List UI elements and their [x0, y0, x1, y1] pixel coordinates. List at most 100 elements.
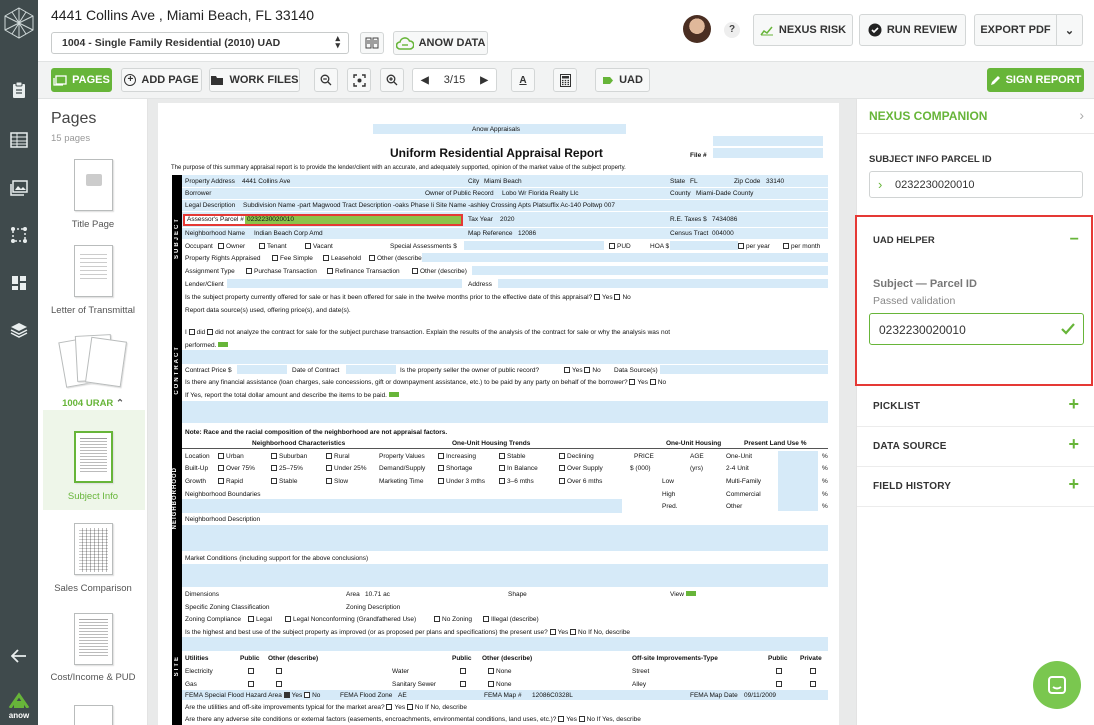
page-thumb-letter[interactable] [74, 245, 113, 297]
dashboard-icon[interactable] [9, 273, 29, 293]
run-review-button[interactable]: RUN REVIEW [859, 14, 966, 46]
parcel-field-highlight[interactable]: Assessor's Parcel # 0232230020010 [183, 214, 463, 226]
page-thumb-subject [74, 431, 113, 483]
tax-year-field[interactable]: 2020 [500, 216, 514, 223]
prev-page-icon[interactable]: ◀ [421, 75, 429, 86]
data-source-section[interactable]: DATA SOURCE + [857, 427, 1094, 467]
sign-report-button[interactable]: SIGN REPORT [987, 68, 1084, 92]
parcel-section-label: SUBJECT INFO PARCEL ID [869, 154, 992, 165]
zoom-out-button[interactable] [314, 68, 338, 92]
page-label-sales[interactable]: Sales Comparison [38, 583, 147, 594]
pages-count: 15 pages [51, 133, 91, 144]
borrower-label: Borrower [185, 190, 212, 197]
area-field[interactable]: 10.71 ac [365, 591, 390, 598]
page-label-urar[interactable]: 1004 URAR ⌃ [38, 398, 147, 409]
back-arrow-icon[interactable] [9, 646, 29, 666]
file-number-label: File # [690, 152, 707, 159]
flood-zone-field[interactable]: AE [398, 692, 407, 699]
uad-helper-label[interactable]: UAD HELPER [873, 235, 935, 246]
census-tract-field[interactable]: 004000 [712, 230, 734, 237]
lender-address-label: Address [468, 281, 492, 288]
file-number-field[interactable] [713, 148, 823, 158]
neighborhood-name-field[interactable]: Indian Beach Corp Amd [254, 230, 323, 237]
zip-field[interactable]: 33140 [766, 178, 784, 185]
table-icon[interactable] [9, 130, 29, 150]
lender-client-label: Lender/Client [185, 281, 224, 288]
page-navigator: ◀ 3/15 ▶ [412, 68, 497, 92]
property-address-field[interactable]: 4441 Collins Ave [242, 178, 290, 185]
layers-icon[interactable] [9, 320, 29, 340]
census-tract-label: Census Tract [670, 230, 709, 237]
page-thumb-cost[interactable] [74, 613, 113, 665]
uad-label: UAD [619, 74, 643, 86]
fit-screen-button[interactable] [347, 68, 371, 92]
sign-report-label: SIGN REPORT [1005, 74, 1082, 86]
nexus-risk-button[interactable]: NEXUS RISK [753, 14, 853, 46]
calculator-button[interactable] [553, 68, 577, 92]
page-thumb-next[interactable] [74, 705, 113, 725]
state-field[interactable]: FL [690, 178, 698, 185]
urar-label: 1004 URAR [62, 398, 114, 409]
page-thumb-sales[interactable] [74, 523, 113, 575]
help-button[interactable]: ? [724, 22, 740, 38]
pages-button[interactable]: PAGES [51, 68, 112, 92]
pen-icon [990, 75, 1000, 85]
page-thumb-title[interactable] [74, 159, 113, 211]
uad-field-title: Subject — Parcel ID [873, 278, 977, 290]
expand-plus-icon: + [1068, 434, 1079, 454]
add-page-button[interactable]: + ADD PAGE [121, 68, 202, 92]
uad-helper-box: UAD HELPER − Subject — Parcel ID Passed … [855, 215, 1093, 386]
compare-button[interactable] [360, 32, 384, 54]
uad-toggle-button[interactable]: UAD [595, 68, 650, 92]
uad-field-input[interactable]: 0232230020010 [869, 313, 1084, 345]
anow-logo: anow [4, 692, 34, 722]
zoom-in-button[interactable] [380, 68, 404, 92]
run-review-label: RUN REVIEW [886, 24, 958, 36]
user-avatar[interactable] [683, 15, 711, 43]
map-reference-field[interactable]: 12086 [518, 230, 536, 237]
toolbar: PAGES + ADD PAGE WORK FILES ◀ 3/15 ▶ A U… [38, 61, 1094, 99]
state-label: State [670, 178, 686, 185]
re-taxes-field[interactable]: 7434086 [712, 216, 737, 223]
form-banner: Anow Appraisals [472, 126, 521, 133]
county-field[interactable]: Miami-Dade County [696, 190, 753, 197]
sketch-icon[interactable] [9, 225, 29, 245]
export-dropdown-button[interactable]: ⌄ [1056, 14, 1083, 46]
page-label-cost[interactable]: Cost/Income & PUD [38, 672, 147, 683]
next-page-icon[interactable]: ▶ [480, 75, 488, 86]
map-reference-label: Map Reference [468, 230, 513, 237]
form-type-select[interactable]: 1004 - Single Family Residential (2010) … [51, 32, 349, 54]
work-files-button[interactable]: WORK FILES [209, 68, 300, 92]
fema-date-field[interactable]: 09/11/2009 [744, 692, 776, 699]
clipboard-icon[interactable] [9, 80, 29, 100]
chat-launcher-button[interactable] [1033, 661, 1081, 709]
anow-data-button[interactable]: ANOW DATA [393, 31, 488, 55]
chevron-down-icon: ⌄ [1064, 24, 1075, 37]
owner-field[interactable]: Lobo Wr Florida Realty Llc [502, 190, 578, 197]
legal-description-field[interactable]: Subdivision Name -part Magwood Tract Des… [243, 202, 615, 209]
chevron-right-icon[interactable]: › [1079, 107, 1084, 123]
zoom-in-icon [386, 74, 398, 86]
contract-section-tab: CONTRACT [172, 317, 182, 425]
companion-parcel-input[interactable]: › 0232230020010 [869, 171, 1083, 198]
city-field[interactable]: Miami Beach [484, 178, 522, 185]
fema-map-field[interactable]: 12086C0328L [532, 692, 573, 699]
photos-icon[interactable] [9, 178, 29, 198]
collapse-minus-icon[interactable]: − [1070, 231, 1079, 249]
page-label-title[interactable]: Title Page [38, 219, 147, 230]
neighborhood-name-label: Neighborhood Name [185, 230, 245, 237]
text-format-button[interactable]: A [511, 68, 535, 92]
page-label-letter[interactable]: Letter of Transmittal [38, 305, 147, 316]
pages-title: Pages [51, 110, 97, 127]
add-page-label: ADD PAGE [141, 74, 199, 86]
page-item-subject-info[interactable]: Subject Info [43, 410, 145, 510]
field-history-section[interactable]: FIELD HISTORY + [857, 467, 1094, 507]
export-pdf-button[interactable]: EXPORT PDF [974, 14, 1057, 46]
purpose-text: The purpose of this summary appraisal re… [171, 165, 626, 171]
checkmark-icon [1061, 323, 1075, 335]
select-arrows-icon: ▴ ▾ [335, 33, 340, 50]
picklist-section[interactable]: PICKLIST + [857, 387, 1094, 427]
app-logo-icon[interactable] [3, 6, 35, 40]
page-thumb-urar-stack[interactable] [58, 331, 128, 391]
parcel-field[interactable]: 0232230020010 [247, 216, 294, 223]
